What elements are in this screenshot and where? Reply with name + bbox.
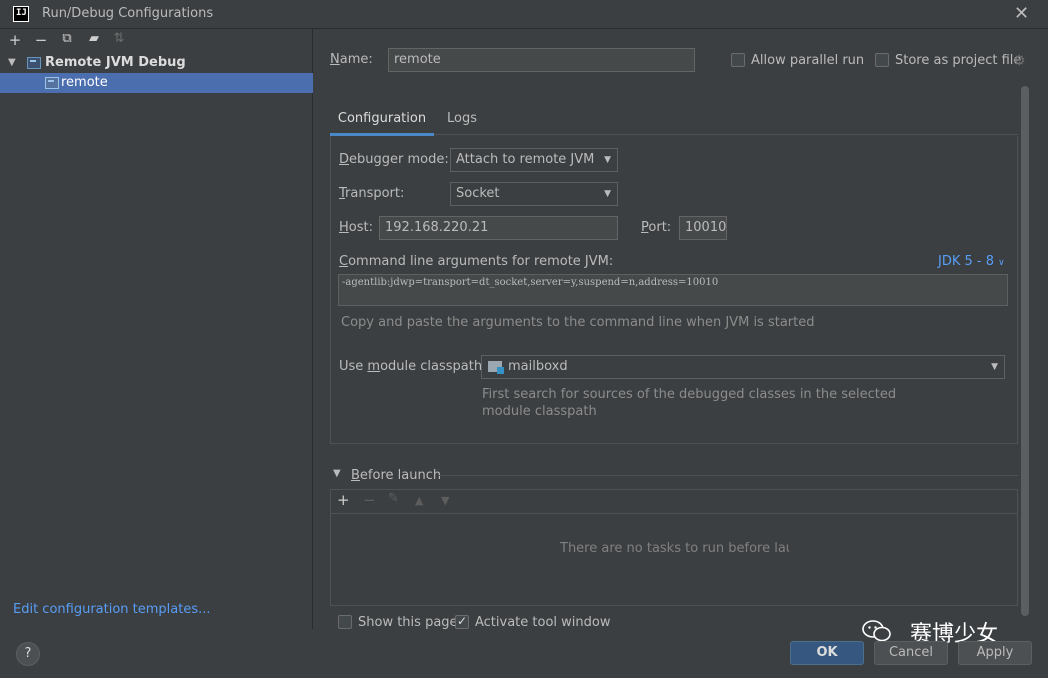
- remove-icon[interactable]: −: [363, 491, 376, 509]
- edit-icon[interactable]: ✎: [388, 491, 399, 506]
- folder-add-icon[interactable]: ▰: [86, 31, 102, 46]
- help-button[interactable]: ?: [16, 642, 40, 666]
- store-as-project-file-label[interactable]: Store as project file: [895, 53, 1021, 68]
- port-field[interactable]: 10010: [679, 216, 727, 240]
- debugger-mode-select[interactable]: Attach to remote JVM ▼: [450, 148, 618, 172]
- before-launch-divider: [438, 475, 1018, 476]
- title-bar: IJ Run/Debug Configurations ✕: [0, 0, 1048, 29]
- chevron-down-icon: ▼: [991, 362, 998, 372]
- apply-button[interactable]: Apply: [958, 641, 1032, 665]
- chevron-down-icon[interactable]: ▼: [333, 468, 341, 479]
- cancel-button[interactable]: Cancel: [874, 641, 948, 665]
- sidebar-toolbar: + − ⧉ ▰ ⇅: [0, 29, 313, 53]
- host-field[interactable]: 192.168.220.21: [379, 216, 618, 240]
- before-launch-label[interactable]: Before launch: [351, 468, 441, 483]
- window-title: Run/Debug Configurations: [42, 6, 214, 21]
- activate-tool-window-label[interactable]: Activate tool window: [475, 615, 610, 630]
- transport-label: Transport:: [339, 186, 405, 201]
- move-up-icon[interactable]: ▲: [415, 494, 423, 507]
- tab-configuration[interactable]: Configuration: [330, 106, 434, 136]
- chevron-down-icon: ▼: [604, 189, 611, 199]
- module-classpath-select[interactable]: mailboxd ▼: [481, 355, 1005, 379]
- remote-debug-icon: [45, 77, 59, 89]
- cmd-args-label: Command line arguments for remote JVM:: [339, 254, 614, 269]
- sort-icon[interactable]: ⇅: [111, 31, 127, 46]
- store-as-project-file-checkbox[interactable]: [875, 53, 889, 67]
- debugger-mode-value: Attach to remote JVM: [456, 152, 595, 167]
- chevron-down-icon: ∨: [998, 258, 1005, 268]
- move-down-icon[interactable]: ▼: [441, 494, 449, 507]
- wechat-icon: [862, 620, 891, 642]
- module-classpath-value: mailboxd: [508, 359, 568, 374]
- module-classpath-label: Use module classpath:: [339, 359, 487, 374]
- debugger-mode-label: Debugger mode:: [339, 152, 449, 167]
- jdk-version-value: JDK 5 - 8: [938, 254, 994, 269]
- cmd-args-field[interactable]: -agentlib:jdwp=transport=dt_socket,serve…: [338, 274, 1008, 306]
- add-icon[interactable]: +: [7, 31, 23, 49]
- tree-item-label: remote: [61, 75, 108, 90]
- add-icon[interactable]: +: [337, 491, 350, 509]
- before-launch-toolbar: + − ✎ ▲ ▼: [331, 490, 1017, 514]
- name-label: Name:: [330, 52, 373, 67]
- module-classpath-hint-line2: module classpath: [482, 404, 597, 419]
- gear-icon[interactable]: ⚙: [1013, 53, 1026, 69]
- tree-item-remote-jvm-debug[interactable]: ▼ Remote JVM Debug: [0, 53, 313, 73]
- port-label: Port:: [641, 220, 672, 235]
- copy-icon[interactable]: ⧉: [59, 31, 75, 46]
- jdk-version-link[interactable]: JDK 5 - 8 ∨: [938, 254, 1005, 269]
- scrollbar[interactable]: [1021, 86, 1029, 616]
- show-this-page-label[interactable]: Show this page: [358, 615, 458, 630]
- allow-parallel-run-checkbox[interactable]: [731, 53, 745, 67]
- allow-parallel-run-label[interactable]: Allow parallel run: [751, 53, 864, 68]
- tab-logs[interactable]: Logs: [438, 106, 486, 136]
- chevron-down-icon: ▼: [604, 155, 611, 165]
- module-classpath-hint-line1: First search for sources of the debugged…: [482, 387, 897, 402]
- show-this-page-checkbox[interactable]: [338, 615, 352, 629]
- tree-item-label: Remote JVM Debug: [45, 55, 186, 70]
- close-icon[interactable]: ✕: [1014, 3, 1029, 24]
- module-folder-icon: [488, 361, 504, 374]
- host-label: Host:: [339, 220, 373, 235]
- chevron-down-icon[interactable]: ▼: [8, 53, 16, 73]
- cmd-args-hint: Copy and paste the arguments to the comm…: [341, 315, 815, 330]
- ok-button[interactable]: OK: [790, 641, 864, 665]
- intellij-app-icon: IJ: [13, 6, 29, 22]
- activate-tool-window-checkbox[interactable]: [455, 614, 469, 629]
- transport-value: Socket: [456, 186, 500, 201]
- configurations-sidebar: + − ⧉ ▰ ⇅ ▼ Remote JVM Debug remote Edit…: [0, 29, 313, 629]
- before-launch-empty-text: There are no tasks to run before launch: [560, 541, 789, 556]
- remote-debug-icon: [27, 57, 41, 69]
- tree-item-remote[interactable]: remote: [0, 73, 313, 93]
- transport-select[interactable]: Socket ▼: [450, 182, 618, 206]
- remove-icon[interactable]: −: [33, 31, 49, 49]
- edit-configuration-templates-link[interactable]: Edit configuration templates...: [13, 602, 211, 617]
- name-field[interactable]: remote: [388, 48, 695, 72]
